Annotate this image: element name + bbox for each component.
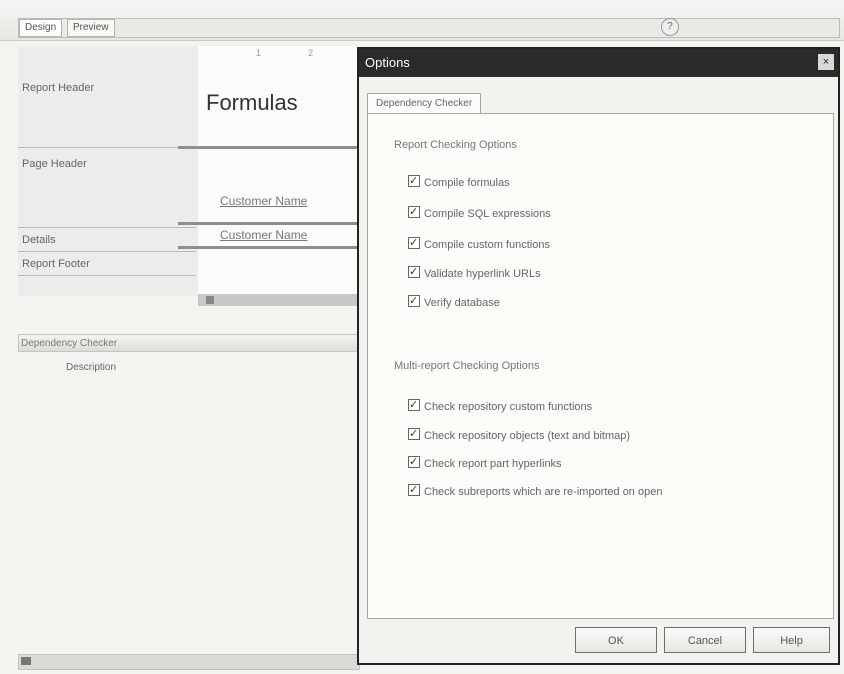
ruler-mark: 2 — [308, 48, 314, 58]
help-button[interactable]: Help — [753, 627, 830, 653]
designer-tabs: Design Preview — [18, 18, 840, 38]
check-subreports-reimported-checkbox[interactable]: Check subreports which are re-imported o… — [408, 481, 663, 501]
customer-name-detail-field[interactable]: Customer Name — [220, 228, 307, 242]
cancel-button[interactable]: Cancel — [664, 627, 746, 653]
check-report-part-hyperlinks-checkbox[interactable]: Check report part hyperlinks — [408, 453, 562, 473]
description-column-header[interactable]: Description — [66, 362, 116, 373]
report-sections: Report Header Page Header Details Report… — [18, 46, 199, 296]
check-repository-custom-functions-checkbox[interactable]: Check repository custom functions — [408, 396, 593, 416]
bottom-scrollbar[interactable] — [18, 654, 360, 670]
section-details[interactable]: Details — [18, 228, 196, 252]
ruler-mark: 1 — [256, 48, 262, 58]
help-icon[interactable]: ? — [661, 18, 679, 36]
ok-button[interactable]: OK — [575, 627, 657, 653]
section-divider — [178, 246, 358, 249]
checkbox[interactable] — [408, 425, 420, 443]
section-divider — [178, 146, 358, 149]
checkbox-label: Check repository custom functions — [424, 401, 593, 413]
compile-custom-functions-checkbox[interactable]: Compile custom functions — [408, 234, 550, 254]
ruler: 1 2 — [198, 46, 358, 62]
scroll-thumb[interactable] — [206, 296, 214, 304]
options-panel: Report Checking Options Compile formulas… — [367, 113, 834, 619]
design-canvas[interactable]: 1 2 Formulas Customer Name Customer Name — [178, 46, 358, 296]
tab-preview[interactable]: Preview — [67, 19, 115, 37]
section-report-header[interactable]: Report Header — [18, 46, 196, 148]
customer-name-header-field[interactable]: Customer Name — [220, 194, 307, 208]
checkbox[interactable] — [408, 172, 420, 190]
checkbox[interactable] — [408, 481, 420, 499]
validate-hyperlink-urls-checkbox[interactable]: Validate hyperlink URLs — [408, 263, 541, 283]
multi-report-checking-options-label: Multi-report Checking Options — [394, 360, 540, 372]
checkbox[interactable] — [408, 292, 420, 310]
dialog-titlebar: Options × — [359, 49, 838, 77]
checkbox-label: Check repository objects (text and bitma… — [424, 430, 631, 442]
scroll-thumb[interactable] — [21, 657, 31, 665]
checkbox-label: Compile custom functions — [424, 239, 550, 251]
report-checking-options-label: Report Checking Options — [394, 139, 517, 151]
checkbox[interactable] — [408, 263, 420, 281]
tab-design[interactable]: Design — [19, 19, 63, 37]
checkbox-label: Check subreports which are re-imported o… — [424, 486, 663, 498]
dialog-title: Options — [365, 55, 410, 70]
close-icon[interactable]: × — [818, 54, 834, 70]
design-horizontal-scrollbar[interactable] — [198, 294, 358, 306]
report-title-field[interactable]: Formulas — [206, 90, 298, 116]
checkbox[interactable] — [408, 234, 420, 252]
compile-sql-expressions-checkbox[interactable]: Compile SQL expressions — [408, 203, 551, 223]
checkbox[interactable] — [408, 203, 420, 221]
section-divider — [178, 222, 358, 225]
checkbox-label: Validate hyperlink URLs — [424, 268, 541, 280]
options-dialog: Options × Dependency Checker Report Chec… — [357, 47, 840, 665]
section-report-footer[interactable]: Report Footer — [18, 252, 196, 276]
checkbox-label: Verify database — [424, 297, 500, 309]
dependency-header-row: Description — [18, 358, 358, 378]
section-page-header[interactable]: Page Header — [18, 148, 196, 228]
verify-database-checkbox[interactable]: Verify database — [408, 292, 500, 312]
checkbox[interactable] — [408, 396, 420, 414]
checkbox-label: Compile SQL expressions — [424, 208, 551, 220]
check-repository-objects-checkbox[interactable]: Check repository objects (text and bitma… — [408, 425, 631, 445]
dependency-checker-bar[interactable]: Dependency Checker — [18, 334, 358, 352]
tab-dependency-checker[interactable]: Dependency Checker — [367, 93, 482, 114]
compile-formulas-checkbox[interactable]: Compile formulas — [408, 172, 510, 192]
checkbox-label: Compile formulas — [424, 177, 510, 189]
checkbox[interactable] — [408, 453, 420, 471]
checkbox-label: Check report part hyperlinks — [424, 458, 562, 470]
